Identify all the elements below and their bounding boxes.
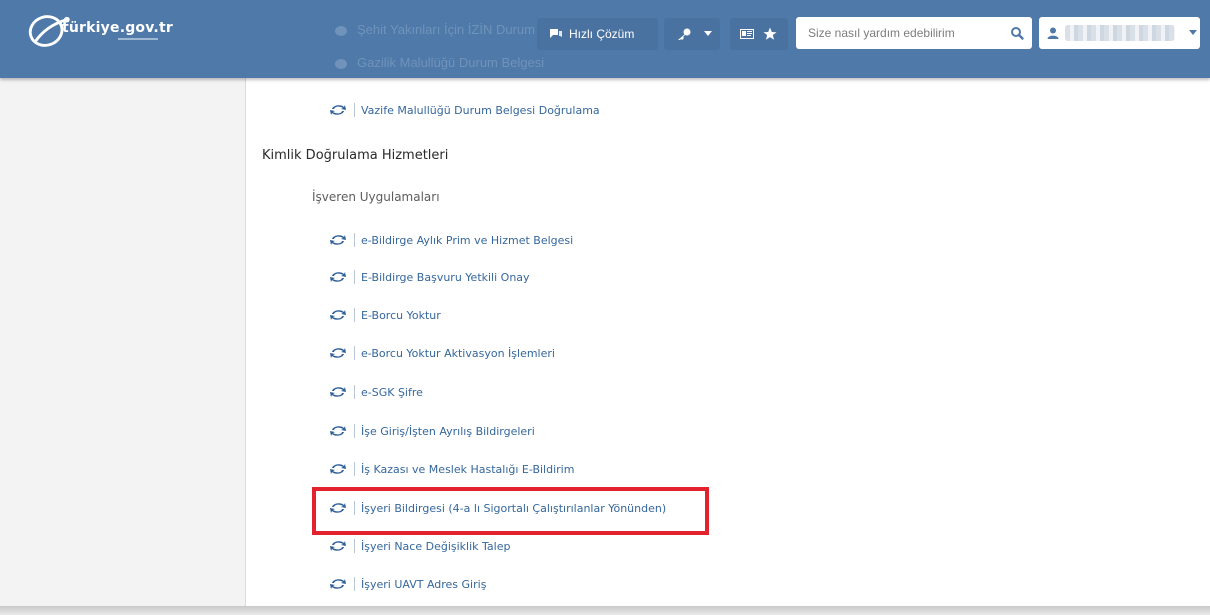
keys-dropdown-button[interactable] (664, 18, 720, 50)
subsection-title[interactable]: İşveren Uygulamaları (312, 190, 440, 204)
separator (354, 308, 355, 322)
sync-icon (330, 579, 346, 589)
user-menu-button[interactable] (1039, 17, 1200, 49)
service-link-label[interactable]: İş Kazası ve Meslek Hastalığı E-Bildirim (361, 463, 574, 476)
sync-icon (330, 541, 346, 551)
sync-icon (330, 387, 346, 397)
section-title: Kimlik Doğrulama Hizmetleri (262, 148, 449, 163)
key-icon (678, 28, 691, 40)
redacted-username (1065, 25, 1175, 41)
service-link-label[interactable]: E-Bildirge Başvuru Yetkili Onay (361, 271, 530, 284)
service-link[interactable]: Vazife Malullüğü Durum Belgesi Doğrulama (329, 100, 600, 120)
sync-icon (330, 105, 346, 115)
quick-solution-button[interactable]: Hızlı Çözüm (537, 18, 658, 50)
service-link-label[interactable]: e-SGK Şifre (361, 386, 423, 399)
service-link[interactable]: E-Borcu Yoktur (329, 305, 441, 325)
sync-icon (330, 235, 346, 245)
site-logo-text[interactable]: türkiye.gov.tr (62, 20, 173, 36)
top-header: Şehit Yakınları İçin İZİN Durum Belgesi … (0, 0, 1210, 78)
chat-icon (550, 29, 562, 38)
quick-solution-label: Hızlı Çözüm (569, 27, 635, 41)
separator (354, 424, 355, 438)
id-card-icon (740, 29, 754, 39)
search-box (796, 17, 1032, 49)
separator (354, 270, 355, 284)
service-link-label[interactable]: İşe Giriş/İşten Ayrılış Bildirgeleri (361, 425, 535, 438)
highlight-box (312, 487, 709, 535)
star-icon[interactable] (763, 27, 777, 41)
service-link-label[interactable]: e-Bildirge Aylık Prim ve Hizmet Belgesi (361, 234, 573, 247)
separator (354, 103, 355, 117)
sync-icon (330, 272, 346, 282)
service-link[interactable]: İşyeri UAVT Adres Giriş (329, 574, 486, 594)
favorites-button[interactable] (730, 18, 788, 50)
service-link[interactable]: e-Borcu Yoktur Aktivasyon İşlemleri (329, 343, 555, 363)
separator (354, 346, 355, 360)
caret-down-icon (704, 31, 712, 36)
separator (354, 385, 355, 399)
service-link[interactable]: e-SGK Şifre (329, 382, 423, 402)
sync-icon (330, 464, 346, 474)
service-link-label[interactable]: İşyeri Nace Değişiklik Talep (361, 540, 510, 553)
service-link[interactable]: İşyeri Nace Değişiklik Talep (329, 536, 510, 556)
service-link[interactable]: İş Kazası ve Meslek Hastalığı E-Bildirim (329, 459, 574, 479)
scrolled-link-ghost: Gazilik Malullüğü Durum Belgesi (335, 55, 544, 70)
user-icon (1047, 27, 1059, 39)
separator (354, 577, 355, 591)
service-link[interactable]: İşe Giriş/İşten Ayrılış Bildirgeleri (329, 421, 535, 441)
bottom-border (0, 606, 1210, 615)
search-icon[interactable] (1010, 26, 1024, 40)
separator (354, 539, 355, 553)
service-link-label[interactable]: e-Borcu Yoktur Aktivasyon İşlemleri (361, 347, 555, 360)
sync-icon (330, 310, 346, 320)
service-link[interactable]: E-Bildirge Başvuru Yetkili Onay (329, 267, 530, 287)
service-link-label[interactable]: Vazife Malullüğü Durum Belgesi Doğrulama (361, 104, 600, 117)
left-sidebar (0, 78, 246, 606)
service-link[interactable]: e-Bildirge Aylık Prim ve Hizmet Belgesi (329, 230, 573, 250)
sync-icon (330, 426, 346, 436)
logo-tagline (118, 38, 158, 40)
search-input[interactable] (806, 25, 1006, 41)
sync-icon (330, 348, 346, 358)
service-link-label[interactable]: E-Borcu Yoktur (361, 309, 441, 322)
separator (354, 233, 355, 247)
caret-down-icon (1189, 30, 1197, 35)
separator (354, 462, 355, 476)
service-link-label[interactable]: İşyeri UAVT Adres Giriş (361, 578, 486, 591)
page: Şehit Yakınları İçin İZİN Durum Belgesi … (0, 0, 1210, 615)
